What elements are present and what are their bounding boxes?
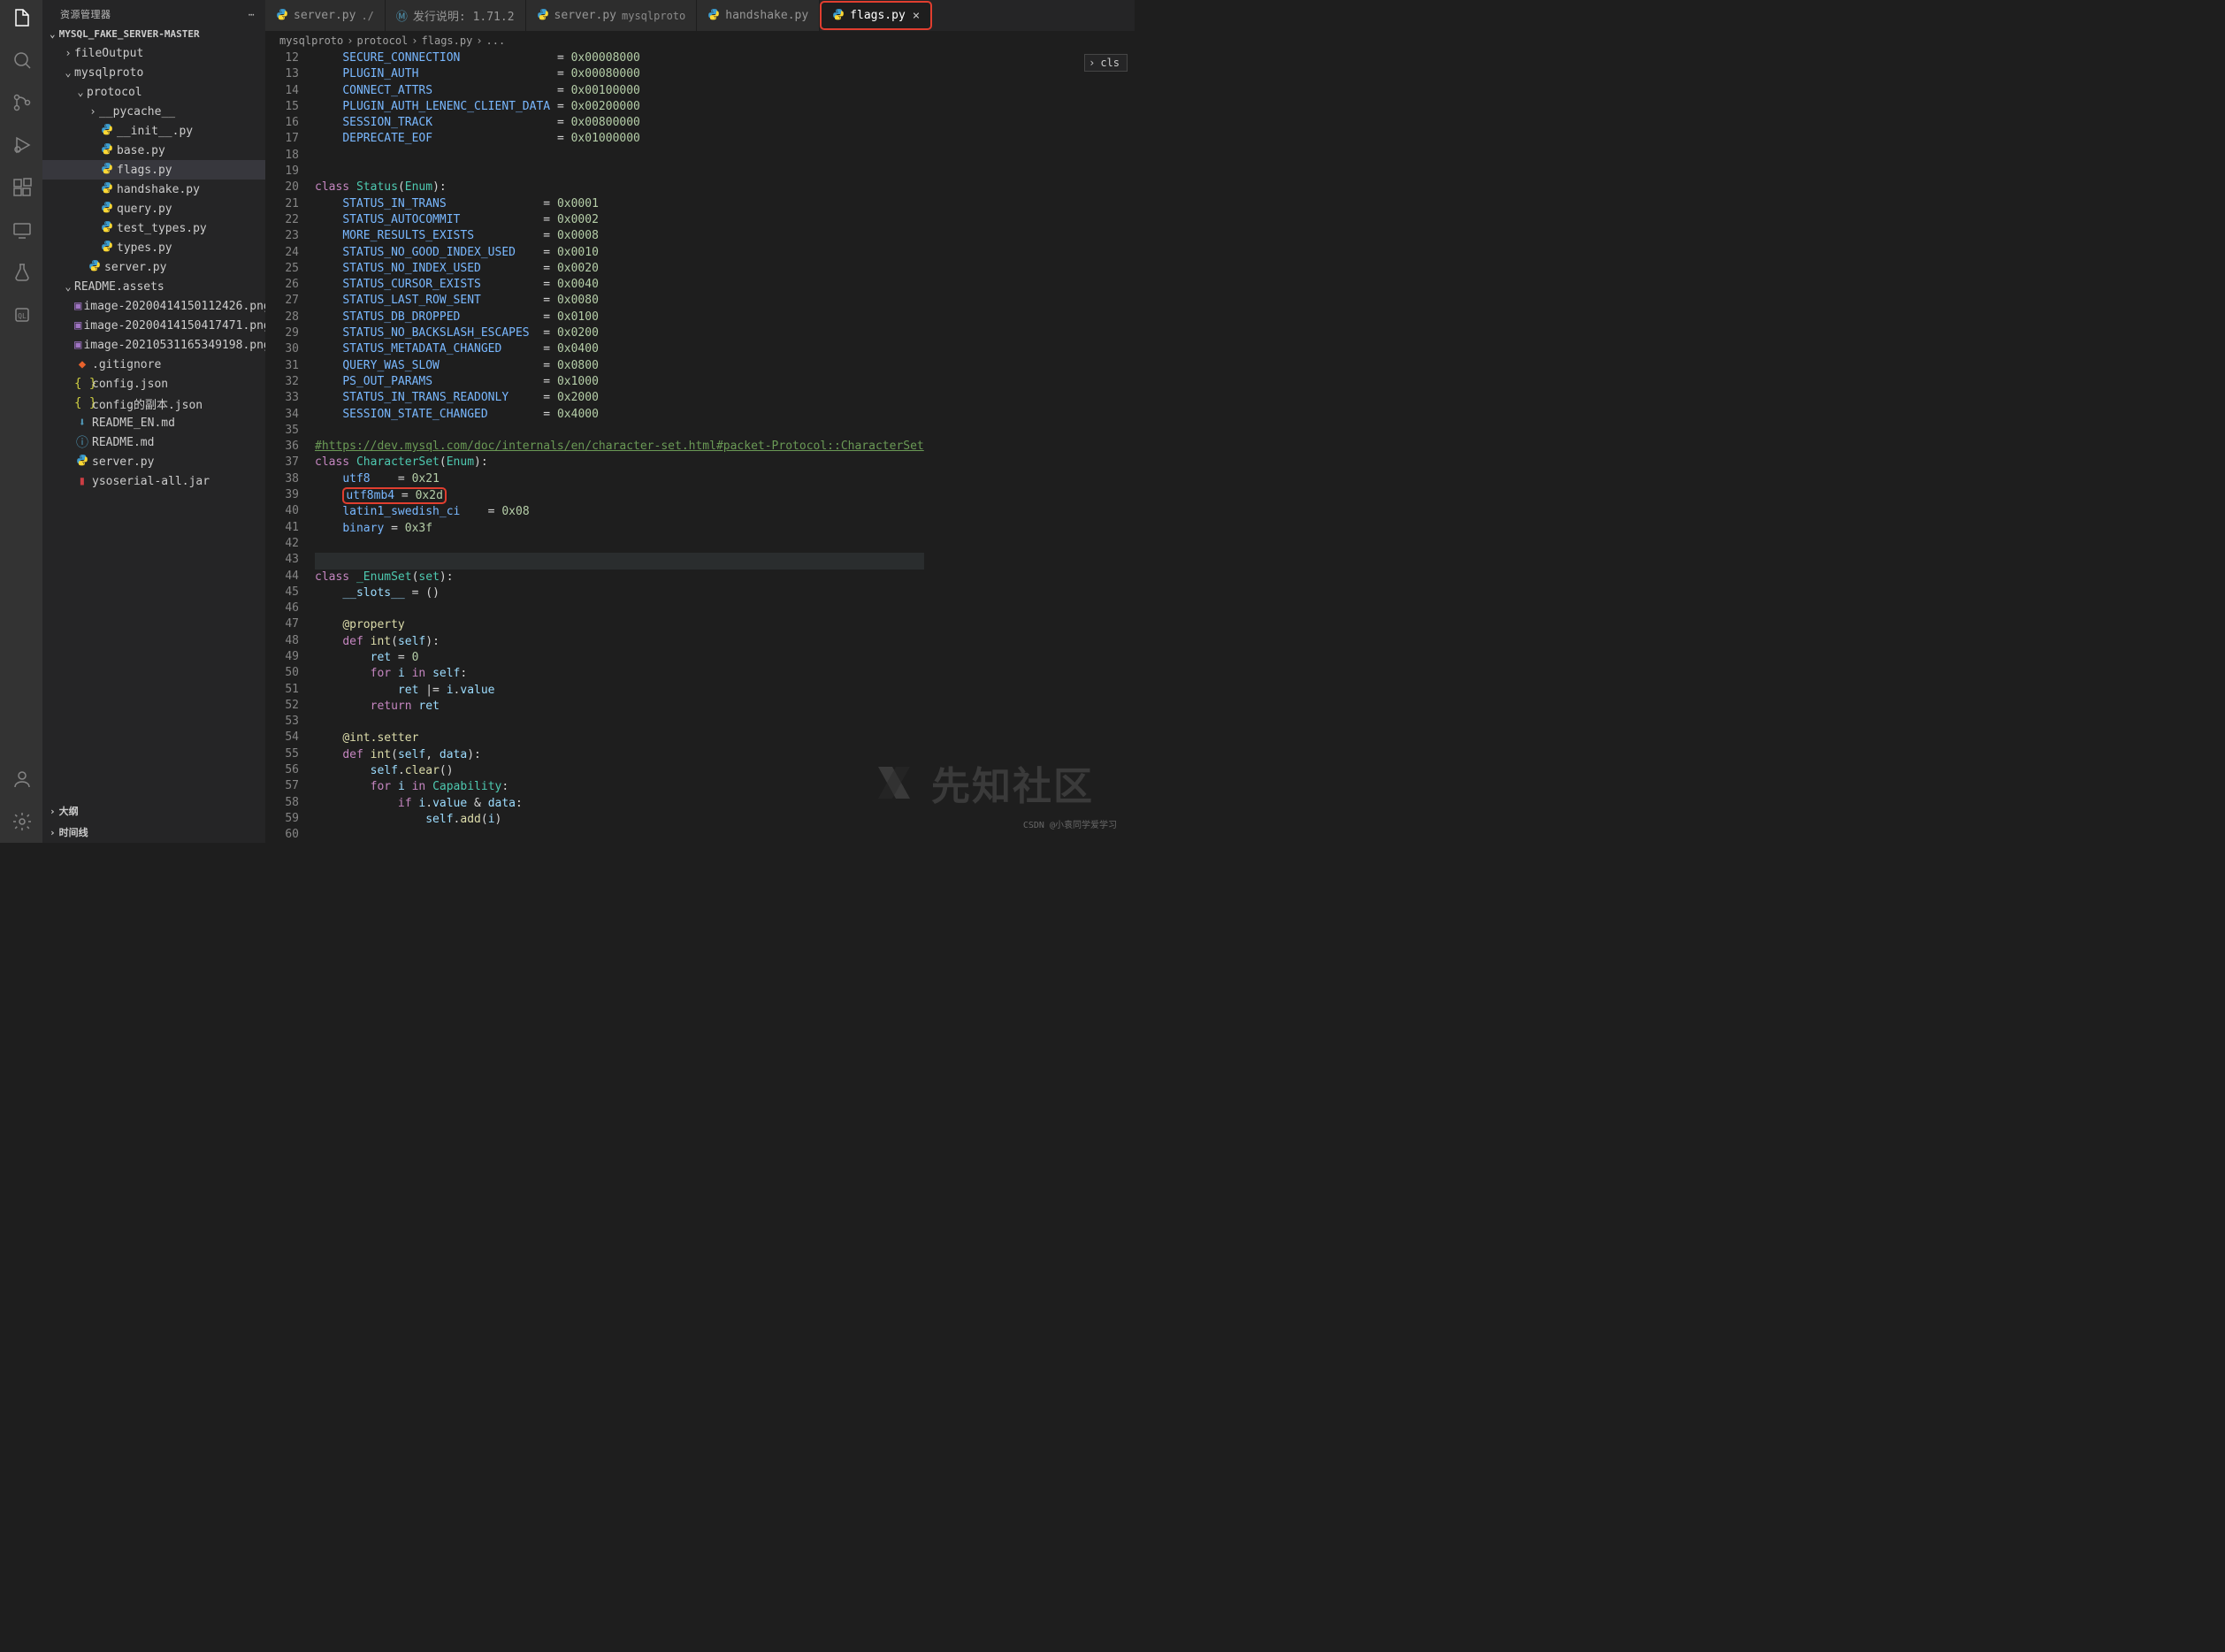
watermark-logo: 先知社区	[873, 754, 1094, 811]
tree-item[interactable]: ⬇README_EN.md	[42, 413, 265, 432]
remote-icon[interactable]	[11, 219, 33, 241]
tree-item[interactable]: handshake.py	[42, 180, 265, 199]
tree-item[interactable]: { }config.json	[42, 374, 265, 394]
timeline-section[interactable]: ›时间线	[42, 822, 265, 843]
code-area[interactable]: SECURE_CONNECTION = 0x00008000 PLUGIN_AU…	[315, 50, 924, 843]
cls-popup[interactable]: › cls	[1084, 54, 1128, 72]
tree-item[interactable]: ⌄protocol	[42, 82, 265, 102]
explorer-title: 资源管理器	[60, 7, 111, 21]
project-title[interactable]: ⌄ MYSQL_FAKE_SERVER-MASTER	[42, 25, 265, 43]
tab[interactable]: flags.py×	[820, 1, 932, 30]
tree-item[interactable]: ›__pycache__	[42, 102, 265, 121]
tree-item[interactable]: ▣image-20200414150112426.png	[42, 296, 265, 316]
tree-item[interactable]: test_types.py	[42, 218, 265, 238]
tree-item[interactable]: query.py	[42, 199, 265, 218]
project-name: MYSQL_FAKE_SERVER-MASTER	[59, 28, 200, 40]
breadcrumb-item[interactable]: protocol	[356, 34, 408, 47]
tree-item[interactable]: __init__.py	[42, 121, 265, 141]
activity-bar: QL	[0, 0, 42, 843]
tree-item[interactable]: ›fileOutput	[42, 43, 265, 63]
svg-text:QL: QL	[18, 312, 27, 320]
tab[interactable]: Ⓜ发行说明: 1.71.2	[386, 0, 526, 31]
tree-item[interactable]: ⌄README.assets	[42, 277, 265, 296]
chevron-down-icon: ⌄	[50, 28, 56, 40]
cls-popup-text: cls	[1100, 57, 1120, 69]
tree-item[interactable]: ▣image-20200414150417471.png	[42, 316, 265, 335]
tree-item[interactable]: ▣image-20210531165349198.png	[42, 335, 265, 355]
breadcrumb[interactable]: mysqlproto› protocol› flags.py› ...	[265, 31, 1135, 50]
breadcrumb-item[interactable]: mysqlproto	[279, 34, 343, 47]
editor[interactable]: 12 13 14 15 16 17 18 19 20 21 22 23 24 2…	[265, 50, 1135, 843]
account-icon[interactable]	[11, 769, 33, 790]
outline-sections: ›大纲 ›时间线	[42, 799, 265, 843]
scm-icon[interactable]	[11, 92, 33, 113]
chevron-right-icon: ›	[50, 827, 56, 838]
close-icon[interactable]: ×	[913, 9, 920, 23]
tab[interactable]: handshake.py	[697, 0, 820, 31]
testing-icon[interactable]	[11, 262, 33, 283]
main-area: server.py./Ⓜ发行说明: 1.71.2server.pymysqlpr…	[265, 0, 1135, 843]
side-panel: 资源管理器 ⋯ ⌄ MYSQL_FAKE_SERVER-MASTER ›file…	[42, 0, 265, 843]
outline-label: 大纲	[59, 804, 79, 818]
tree-item[interactable]: ⌄mysqlproto	[42, 63, 265, 82]
more-icon[interactable]: ⋯	[248, 9, 255, 20]
tree-item[interactable]: ▮ysoserial-all.jar	[42, 471, 265, 491]
tab[interactable]: server.py./	[265, 0, 386, 31]
watermark-credit: CSDN @小袁同学爱学习	[1023, 817, 1117, 830]
breadcrumb-item[interactable]: ...	[486, 34, 506, 47]
files-icon[interactable]	[11, 7, 33, 28]
tree-item[interactable]: ⓘREADME.md	[42, 432, 265, 452]
tree-item[interactable]: server.py	[42, 452, 265, 471]
debug-icon[interactable]	[11, 134, 33, 156]
tree-item[interactable]: flags.py	[42, 160, 265, 180]
breadcrumb-item[interactable]: flags.py	[422, 34, 473, 47]
search-icon[interactable]	[11, 50, 33, 71]
tab-bar: server.py./Ⓜ发行说明: 1.71.2server.pymysqlpr…	[265, 0, 1135, 31]
file-tree[interactable]: ›fileOutput⌄mysqlproto⌄protocol›__pycach…	[42, 43, 265, 799]
tab[interactable]: server.pymysqlproto	[526, 0, 698, 31]
tree-item[interactable]: base.py	[42, 141, 265, 160]
outline-section[interactable]: ›大纲	[42, 800, 265, 822]
tree-item[interactable]: ◆.gitignore	[42, 355, 265, 374]
line-gutter: 12 13 14 15 16 17 18 19 20 21 22 23 24 2…	[265, 50, 315, 843]
tree-item[interactable]: { }config的副本.json	[42, 394, 265, 413]
settings-icon[interactable]	[11, 811, 33, 832]
chevron-right-icon: ›	[1089, 57, 1095, 69]
tree-item[interactable]: types.py	[42, 238, 265, 257]
timeline-label: 时间线	[59, 825, 88, 839]
tree-item[interactable]: server.py	[42, 257, 265, 277]
sql-icon[interactable]: QL	[11, 304, 33, 325]
explorer-header: 资源管理器 ⋯	[42, 0, 265, 25]
chevron-right-icon: ›	[50, 806, 56, 817]
extensions-icon[interactable]	[11, 177, 33, 198]
